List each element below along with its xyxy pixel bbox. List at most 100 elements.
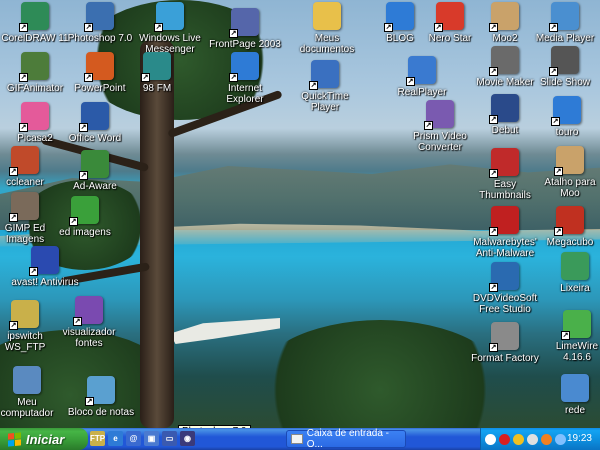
powerpoint-icon: ↗ — [84, 52, 114, 82]
desktop-icon[interactable]: ↗ Media Player — [520, 2, 600, 44]
desktop-icon[interactable]: ↗ QuickTime Player — [280, 60, 370, 113]
desktop-icon-label: Media Player — [535, 33, 595, 44]
shortcut-arrow-icon: ↗ — [9, 321, 18, 330]
avast-icon: ↗ — [29, 246, 59, 276]
desktop-icon-label: rede — [564, 405, 585, 416]
taskbar-button-inbox[interactable]: Caixa de entrada - O... — [286, 428, 406, 450]
desktop-icon[interactable]: ↗ Slide Show — [520, 46, 600, 88]
desktop-icon-label: Meu computador — [0, 397, 54, 419]
thumbnails-icon: ↗ — [489, 148, 519, 178]
shortcut-arrow-icon: ↗ — [554, 227, 563, 236]
tray-security-icon[interactable] — [513, 433, 524, 445]
desktop-icon-label: Debut — [491, 125, 519, 136]
my-computer-icon — [13, 366, 41, 394]
shortcut-arrow-icon: ↗ — [9, 213, 18, 222]
desktop-icon-label: Photoshop 7.0 — [67, 33, 133, 44]
desktop-icon-label: visualizador fontes — [62, 327, 116, 349]
notepad-icon: ↗ — [85, 376, 115, 406]
desktop-icon[interactable]: ↗ Ad-Aware — [50, 150, 140, 192]
shortcut-arrow-icon: ↗ — [29, 267, 38, 276]
frontpage-icon: ↗ — [229, 8, 259, 38]
tray-volume-icon[interactable] — [527, 433, 538, 445]
quick-launch-bar: FTP e @ ▣ ▭ ◉ — [90, 431, 195, 446]
shortcut-arrow-icon: ↗ — [489, 115, 498, 124]
adaware-icon: ↗ — [79, 150, 109, 180]
window-quicklaunch-icon[interactable]: ▣ — [144, 431, 159, 446]
folder-icon — [313, 2, 341, 30]
word-icon: ↗ — [79, 102, 109, 132]
taskbar-button-label: Caixa de entrada - O... — [306, 428, 389, 450]
start-button[interactable]: Iniciar — [0, 428, 88, 450]
wallpaper-tree-trunk — [140, 40, 174, 428]
media-quicklaunch-icon[interactable]: ◉ — [180, 431, 195, 446]
clock[interactable]: 19:23 — [567, 433, 592, 444]
dvdvideosoft-icon: ↗ — [489, 262, 519, 292]
tray-network-icon[interactable] — [555, 433, 566, 445]
desktop-icon[interactable]: ↗ visualizador fontes — [44, 296, 134, 349]
desktop-icon-label: Atalho para Moo — [544, 177, 596, 199]
desktop-icon-label: Prism Video Converter — [413, 131, 467, 153]
tray-avast-icon[interactable] — [541, 433, 552, 445]
shortcut-arrow-icon: ↗ — [489, 169, 498, 178]
shortcut-arrow-icon: ↗ — [424, 121, 433, 130]
ie-icon: ↗ — [551, 96, 581, 126]
realplayer-icon: ↗ — [406, 56, 436, 86]
taskbar: Iniciar FTP e @ ▣ ▭ ◉ Caixa de entrada - O...… — [0, 428, 600, 450]
photoshop-icon: ↗ — [84, 2, 114, 32]
desktop-icon-label: LimeWire 4.16.6 — [555, 341, 599, 363]
desktop-icon-label: FrontPage 2003 — [209, 39, 281, 50]
format-factory-icon: ↗ — [489, 322, 519, 352]
desktop-icon[interactable]: ↗ avast! Antivirus — [0, 246, 90, 288]
shortcut-arrow-icon: ↗ — [406, 77, 415, 86]
desktop-icon-label: Slide Show — [539, 77, 591, 88]
desktop-icon[interactable]: ↗ touro — [522, 96, 600, 138]
desktop-icon[interactable]: ↗ Atalho para Moo — [525, 146, 600, 199]
desktop-icon[interactable]: ↗ Internet Explorer — [200, 52, 290, 105]
cow-icon: ↗ — [489, 2, 519, 32]
desktop-quicklaunch-icon[interactable]: ▭ — [162, 431, 177, 446]
desktop-icon[interactable]: ↗ Office Word — [50, 102, 140, 144]
movie-maker-icon: ↗ — [489, 46, 519, 76]
ftp-quicklaunch-icon[interactable]: FTP — [90, 431, 105, 446]
tray-shield-icon[interactable] — [499, 433, 510, 445]
gimp-icon: ↗ — [9, 192, 39, 222]
desktop-icon[interactable]: ↗ LimeWire 4.16.6 — [532, 310, 600, 363]
shortcut-arrow-icon: ↗ — [551, 117, 560, 126]
picasa-icon: ↗ — [19, 102, 49, 132]
ie-quicklaunch-icon[interactable]: e — [108, 431, 123, 446]
messenger-icon: ↗ — [154, 2, 184, 32]
shortcut-arrow-icon: ↗ — [19, 123, 28, 132]
shortcut-arrow-icon: ↗ — [549, 67, 558, 76]
shortcut-arrow-icon: ↗ — [434, 23, 443, 32]
prism-icon: ↗ — [424, 100, 454, 130]
outlook-quicklaunch-icon[interactable]: @ — [126, 431, 141, 446]
desktop-icon-label: Picasa2 — [17, 133, 53, 144]
limewire-icon: ↗ — [561, 310, 591, 340]
desktop-icon-label: Megacubo — [546, 237, 594, 248]
shortcut-arrow-icon: ↗ — [561, 331, 570, 340]
desktop-icon[interactable]: ↗ ed imagens — [40, 196, 130, 238]
desktop-icon[interactable]: ↗ Megacubo — [525, 206, 600, 248]
desktop-icon[interactable]: ↗ Bloco de notas — [56, 376, 146, 418]
desktop-icon[interactable]: ↗ RealPlayer — [377, 56, 467, 98]
shortcut-arrow-icon: ↗ — [84, 23, 93, 32]
desktop-icon-label: Moo2 — [492, 33, 518, 44]
shortcut-arrow-icon: ↗ — [79, 123, 88, 132]
desktop-icon-label: touro — [555, 127, 579, 138]
tray-arrow-icon[interactable] — [485, 433, 496, 445]
gifanimator-icon: ↗ — [19, 52, 49, 82]
start-label: Iniciar — [26, 431, 65, 447]
shortcut-arrow-icon: ↗ — [489, 343, 498, 352]
shortcut-arrow-icon: ↗ — [19, 23, 28, 32]
desktop-icon[interactable]: Lixeira — [530, 252, 600, 294]
desktop-icon-label: avast! Antivirus — [11, 277, 79, 288]
shortcut-arrow-icon: ↗ — [85, 397, 94, 406]
desktop-icon[interactable]: ↗ 98 FM — [112, 52, 202, 94]
system-tray: 19:23 — [480, 428, 600, 450]
windows-flag-icon — [8, 431, 21, 447]
shortcut-arrow-icon: ↗ — [69, 217, 78, 226]
debut-icon: ↗ — [489, 94, 519, 124]
desktop-icon[interactable]: ↗ FrontPage 2003 — [200, 8, 290, 50]
shortcut-arrow-icon: ↗ — [84, 73, 93, 82]
desktop-icon[interactable]: rede — [530, 374, 600, 416]
